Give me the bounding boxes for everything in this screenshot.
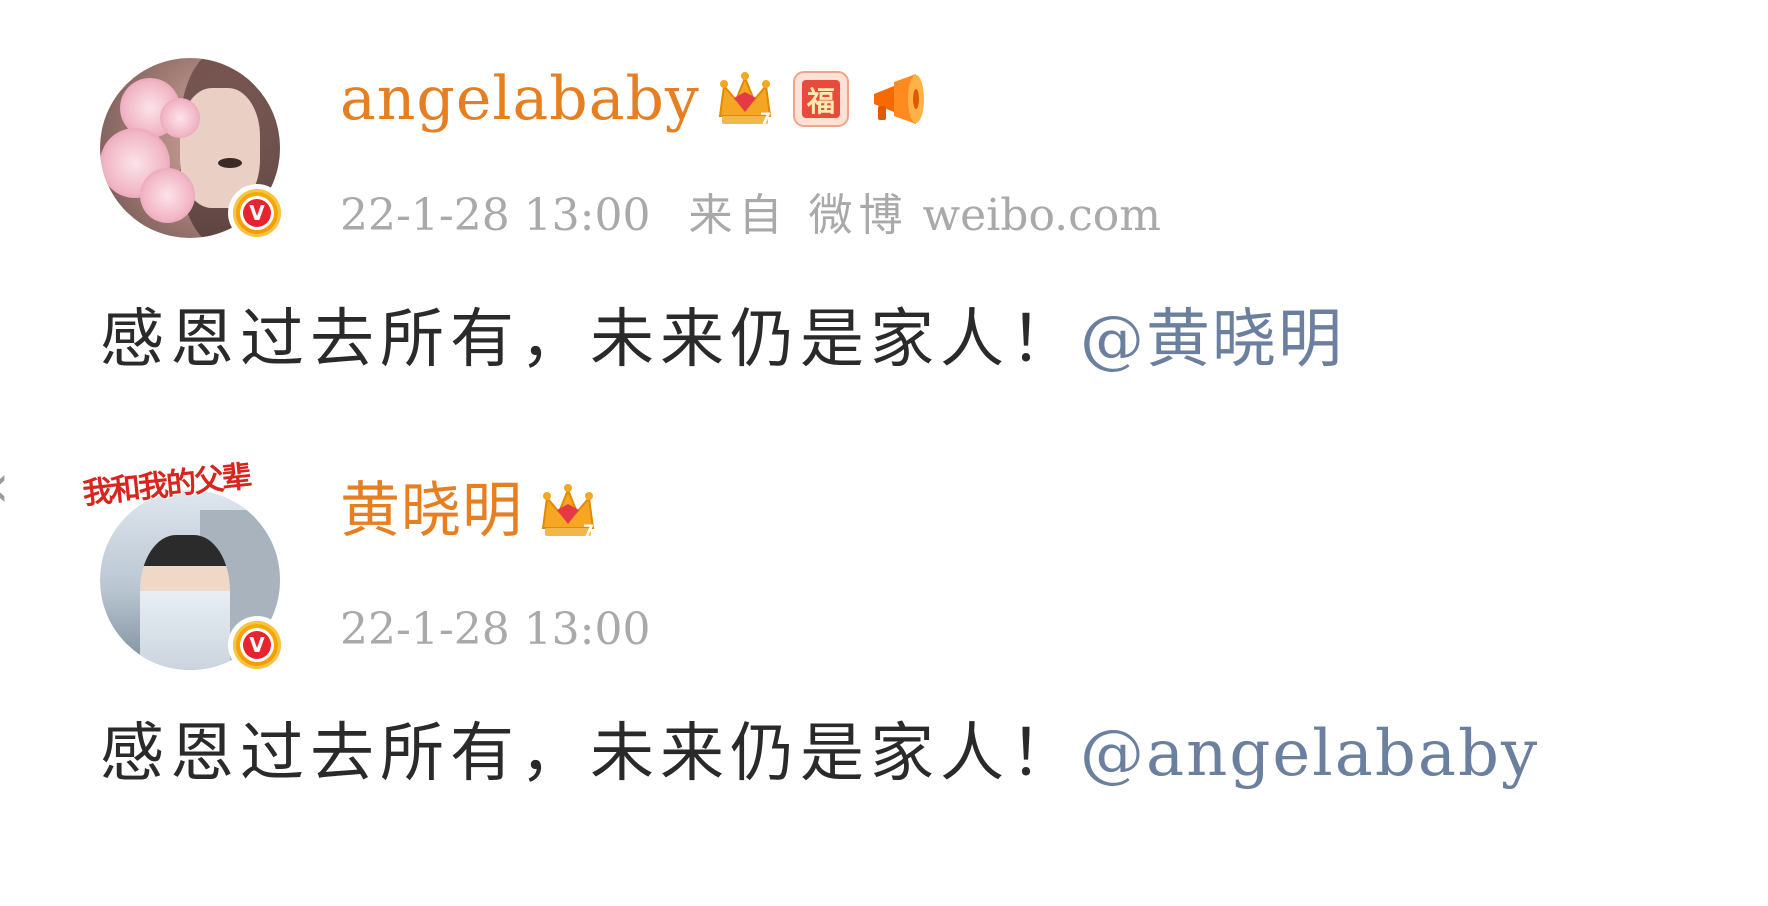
timestamp: 22-1-28 13:00 <box>340 604 651 655</box>
mention-link[interactable]: @黄晓明 <box>1080 303 1344 377</box>
crown-vip-icon[interactable]: 7 <box>714 68 776 130</box>
username-row: 黄晓明 7 <box>340 480 599 542</box>
avatar-container[interactable]: 我和我的父辈 V <box>81 459 286 674</box>
svg-text:福: 福 <box>806 85 835 118</box>
source-label: 来自 微博 <box>688 190 909 241</box>
post-meta: 22-1-28 13:00 <box>340 608 651 652</box>
post-text: 感恩过去所有，未来仍是家人！ <box>100 717 1080 791</box>
svg-text:7: 7 <box>760 109 771 128</box>
post-content: 感恩过去所有，未来仍是家人！@angelababy <box>100 722 1539 786</box>
source-site[interactable]: weibo.com <box>923 190 1162 241</box>
post-text: 感恩过去所有，未来仍是家人！ <box>100 303 1080 377</box>
crown-vip-icon[interactable]: 7 <box>537 480 599 542</box>
mention-link[interactable]: @angelababy <box>1080 717 1539 791</box>
back-chevron-icon[interactable]: ‹ <box>0 456 10 516</box>
username-link[interactable]: angelababy <box>340 69 700 129</box>
svg-text:7: 7 <box>583 521 594 540</box>
username-link[interactable]: 黄晓明 <box>340 481 523 541</box>
fu-badge-icon[interactable]: 福 <box>790 68 852 130</box>
username-row: angelababy 7 福 <box>340 68 928 130</box>
weibo-screenshot: ‹ V angelababy <box>0 0 1768 906</box>
post-meta: 22-1-28 13:00 来自 微博 weibo.com <box>340 194 1161 238</box>
verified-v-icon: V <box>228 616 286 674</box>
post-content: 感恩过去所有，未来仍是家人！@黄晓明 <box>100 308 1344 372</box>
timestamp: 22-1-28 13:00 <box>340 190 651 241</box>
avatar-container[interactable]: V <box>100 58 286 242</box>
source-info: 来自 微博 weibo.com <box>689 194 1162 238</box>
verified-v-icon: V <box>228 184 286 242</box>
megaphone-icon[interactable] <box>866 68 928 130</box>
